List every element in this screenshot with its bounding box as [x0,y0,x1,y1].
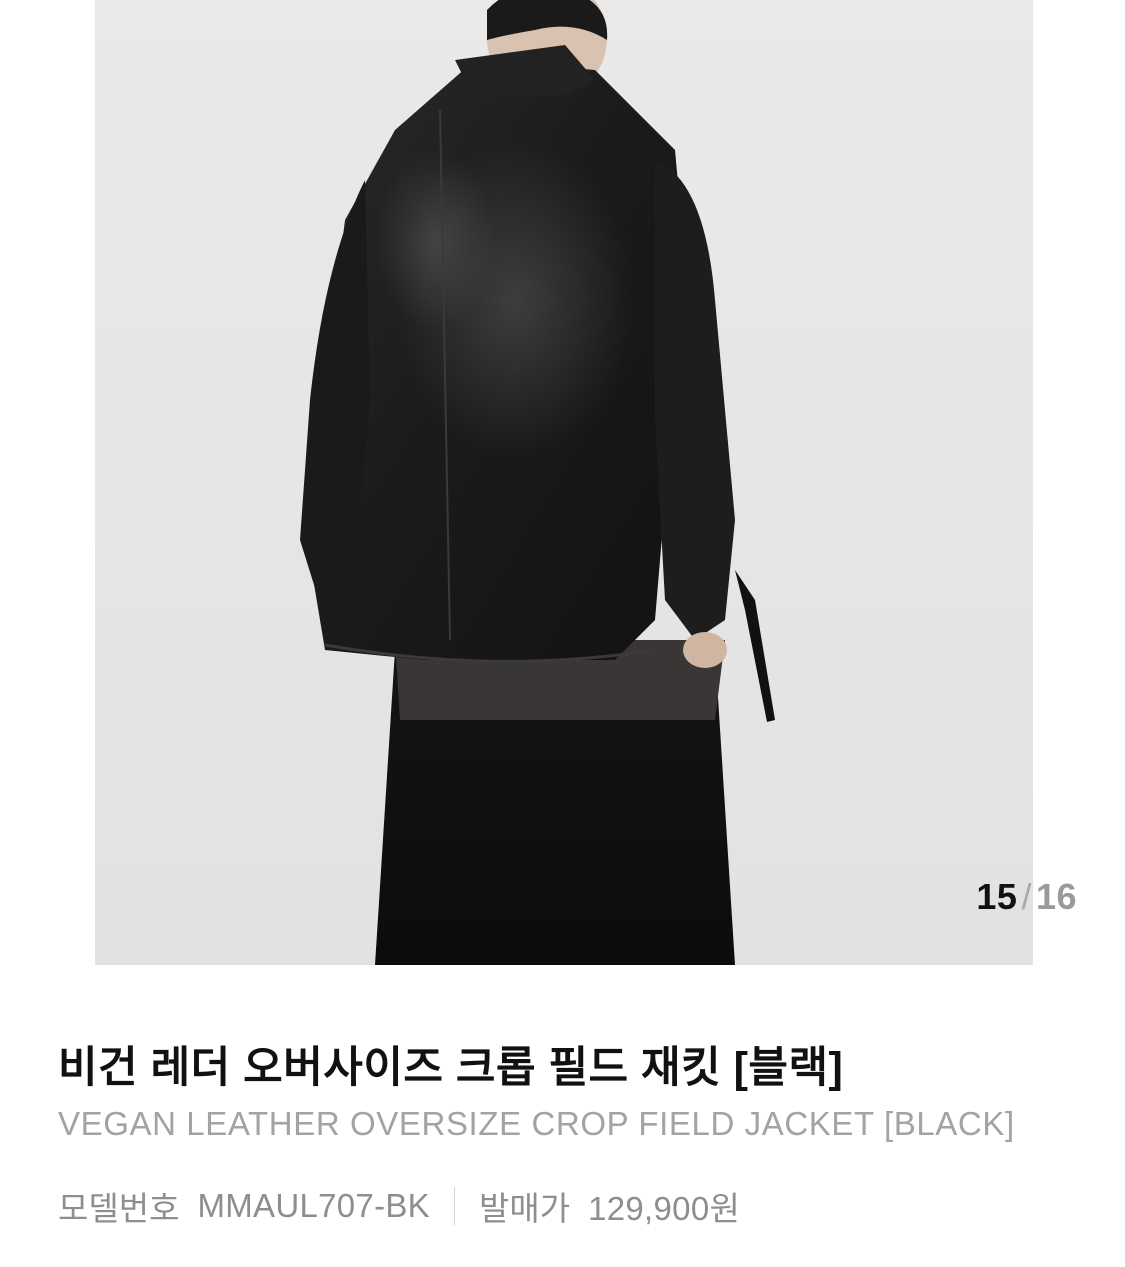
product-title-korean: 비건 레더 오버사이즈 크롭 필드 재킷 [블랙] [58,1044,844,1092]
image-counter-current: 15 [976,876,1018,917]
image-counter-total: 16 [1035,876,1077,917]
release-price-label: 발매가 [479,1190,571,1227]
meta-divider [454,1187,455,1225]
image-counter: 15/16 [976,876,1077,918]
product-photo[interactable] [95,0,1033,965]
product-meta: 모델번호 MMAUL707-BK 발매가 129,900원 [58,1182,740,1230]
model-number-value: MMAUL707-BK [197,1187,430,1224]
model-number-label: 모델번호 [58,1190,180,1227]
model-photo-illustration [300,0,775,965]
image-counter-separator: / [1021,876,1032,917]
release-price-value: 129,900원 [588,1190,741,1227]
product-image-gallery[interactable]: 15/16 [0,0,1125,965]
product-title-english: VEGAN LEATHER OVERSIZE CROP FIELD JACKET… [58,1105,1015,1142]
